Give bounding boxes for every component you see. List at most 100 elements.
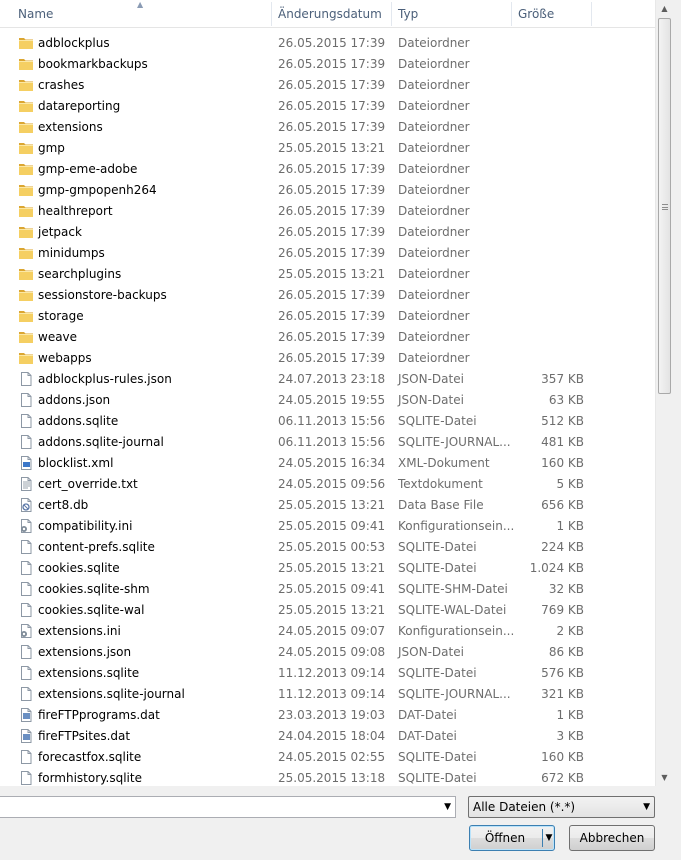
- file-type: Konfigurationsein...: [398, 519, 515, 533]
- file-name: sessionstore-backups: [38, 288, 167, 302]
- file-row[interactable]: bookmarkbackups 26.05.2015 17:39 Dateiordn…: [0, 54, 655, 75]
- vertical-scrollbar[interactable]: ▲ ▼: [655, 0, 672, 786]
- file-type: Data Base File: [398, 498, 484, 512]
- file-date: 26.05.2015 17:39: [278, 225, 386, 239]
- file-row[interactable]: cert_override.txt 24.05.2015 09:56 Textdok…: [0, 474, 655, 495]
- file-name: weave: [38, 330, 78, 344]
- file-date: 26.05.2015 17:39: [278, 183, 386, 197]
- file-date: 24.05.2015 19:55: [278, 393, 386, 407]
- file-icon: [18, 770, 34, 786]
- folder-icon: [18, 308, 34, 324]
- file-size: 32 KB: [548, 582, 584, 596]
- open-options-chevron-icon[interactable]: ▼: [544, 826, 554, 850]
- file-row[interactable]: gmp-gmpopenh264 26.05.2015 17:39 Dateiordn…: [0, 180, 655, 201]
- file-date: 25.05.2015 00:53: [278, 540, 386, 554]
- scroll-up-arrow-icon[interactable]: ▲: [656, 0, 673, 17]
- file-type: Dateiordner: [398, 267, 470, 281]
- file-row[interactable]: cookies.sqlite 25.05.2015 13:21 SQLITE-Dat…: [0, 558, 655, 579]
- file-row[interactable]: formhistory.sqlite 25.05.2015 13:18 SQLITE…: [0, 768, 655, 789]
- file-size: 1 KB: [556, 708, 584, 722]
- chevron-down-icon[interactable]: ▼: [643, 797, 650, 817]
- file-name: gmp: [38, 141, 65, 155]
- file-type: SQLITE-Datei: [398, 540, 477, 554]
- file-row[interactable]: forecastfox.sqlite 24.05.2015 02:55 SQLITE…: [0, 747, 655, 768]
- file-size: 2 KB: [556, 624, 584, 638]
- file-date: 25.05.2015 09:41: [278, 519, 386, 533]
- file-row[interactable]: crashes 26.05.2015 17:39 Dateiordner: [0, 75, 655, 96]
- file-type-filter-select[interactable]: Alle Dateien (*.*) ▼: [468, 796, 655, 818]
- folder-icon: [18, 182, 34, 198]
- column-divider[interactable]: [591, 2, 592, 26]
- file-date: 26.05.2015 17:39: [278, 351, 386, 365]
- column-header-size[interactable]: Größe: [512, 0, 590, 28]
- file-icon: [18, 686, 34, 702]
- file-type: Dateiordner: [398, 330, 470, 344]
- file-row[interactable]: healthreport 26.05.2015 17:39 Dateiordner: [0, 201, 655, 222]
- file-list-view[interactable]: ▲ Name Änderungsdatum Typ Größe adblockp…: [0, 0, 672, 786]
- db-file-icon: [18, 497, 34, 513]
- file-name: cookies.sqlite-shm: [38, 582, 150, 596]
- file-row[interactable]: addons.sqlite 06.11.2013 15:56 SQLITE-Date…: [0, 411, 655, 432]
- scrollbar-thumb[interactable]: [658, 18, 671, 394]
- file-row[interactable]: adblockplus-rules.json 24.07.2013 23:18 JS…: [0, 369, 655, 390]
- file-row[interactable]: storage 26.05.2015 17:39 Dateiordner: [0, 306, 655, 327]
- file-row[interactable]: compatibility.ini 25.05.2015 09:41 Konfigu…: [0, 516, 655, 537]
- file-date: 24.05.2015 09:07: [278, 624, 386, 638]
- file-row[interactable]: datareporting 26.05.2015 17:39 Dateiordner: [0, 96, 655, 117]
- file-row[interactable]: cookies.sqlite-shm 25.05.2015 09:41 SQLITE…: [0, 579, 655, 600]
- folder-icon: [18, 287, 34, 303]
- file-row[interactable]: addons.sqlite-journal 06.11.2013 15:56 SQL…: [0, 432, 655, 453]
- file-name: cookies.sqlite: [38, 561, 120, 575]
- file-row[interactable]: extensions.ini 24.05.2015 09:07 Konfigurat…: [0, 621, 655, 642]
- file-row[interactable]: cert8.db 25.05.2015 13:21 Data Base File 65…: [0, 495, 655, 516]
- file-date: 11.12.2013 09:14: [278, 666, 386, 680]
- file-icon: [18, 665, 34, 681]
- file-type: XML-Dokument: [398, 456, 490, 470]
- file-type: Dateiordner: [398, 36, 470, 50]
- file-type: Dateiordner: [398, 204, 470, 218]
- file-row[interactable]: searchplugins 25.05.2015 13:21 Dateiordner: [0, 264, 655, 285]
- file-row[interactable]: cookies.sqlite-wal 25.05.2015 13:21 SQLITE…: [0, 600, 655, 621]
- file-size: 512 KB: [541, 414, 584, 428]
- column-header-name[interactable]: Name: [12, 0, 270, 28]
- file-row[interactable]: minidumps 26.05.2015 17:39 Dateiordner: [0, 243, 655, 264]
- file-name: minidumps: [38, 246, 105, 260]
- file-row[interactable]: jetpack 26.05.2015 17:39 Dateiordner: [0, 222, 655, 243]
- file-row[interactable]: sessionstore-backups 26.05.2015 17:39 Date…: [0, 285, 655, 306]
- file-row[interactable]: fireFTPprograms.dat 23.03.2013 19:03 DAT-D…: [0, 705, 655, 726]
- file-size: 63 KB: [548, 393, 584, 407]
- file-type: Dateiordner: [398, 99, 470, 113]
- scroll-down-arrow-icon[interactable]: ▼: [656, 769, 673, 786]
- file-row[interactable]: gmp 25.05.2015 13:21 Dateiordner: [0, 138, 655, 159]
- file-date: 26.05.2015 17:39: [278, 99, 386, 113]
- file-row[interactable]: extensions.sqlite 11.12.2013 09:14 SQLITE-…: [0, 663, 655, 684]
- file-type: Dateiordner: [398, 57, 470, 71]
- open-button[interactable]: Öffnen ▼: [469, 825, 555, 851]
- file-row[interactable]: gmp-eme-adobe 26.05.2015 17:39 Dateiordner: [0, 159, 655, 180]
- file-row[interactable]: extensions 26.05.2015 17:39 Dateiordner: [0, 117, 655, 138]
- folder-icon: [18, 35, 34, 51]
- file-row[interactable]: extensions.sqlite-journal 11.12.2013 09:1…: [0, 684, 655, 705]
- file-type: Dateiordner: [398, 288, 470, 302]
- column-header-type[interactable]: Typ: [392, 0, 510, 28]
- column-header-date[interactable]: Änderungsdatum: [272, 0, 390, 28]
- file-row[interactable]: webapps 26.05.2015 17:39 Dateiordner: [0, 348, 655, 369]
- file-type: Dateiordner: [398, 225, 470, 239]
- file-type-filter-value: Alle Dateien (*.*): [473, 800, 576, 814]
- file-row[interactable]: content-prefs.sqlite 25.05.2015 00:53 SQLI…: [0, 537, 655, 558]
- file-size: 481 KB: [541, 435, 584, 449]
- file-date: 26.05.2015 17:39: [278, 162, 386, 176]
- cancel-button[interactable]: Abbrechen: [569, 825, 655, 851]
- file-row[interactable]: addons.json 24.05.2015 19:55 JSON-Datei 63 …: [0, 390, 655, 411]
- file-date: 24.05.2015 09:08: [278, 645, 386, 659]
- file-name: extensions.ini: [38, 624, 121, 638]
- file-date: 25.05.2015 13:18: [278, 771, 386, 785]
- file-row[interactable]: extensions.json 24.05.2015 09:08 JSON-Date…: [0, 642, 655, 663]
- file-row[interactable]: weave 26.05.2015 17:39 Dateiordner: [0, 327, 655, 348]
- filename-combobox[interactable]: ▼: [0, 796, 456, 818]
- file-row[interactable]: fireFTPsites.dat 24.04.2015 18:04 DAT-Date…: [0, 726, 655, 747]
- file-row[interactable]: blocklist.xml 24.05.2015 16:34 XML-Dokumen…: [0, 453, 655, 474]
- file-date: 25.05.2015 13:21: [278, 603, 386, 617]
- file-row[interactable]: adblockplus 26.05.2015 17:39 Dateiordner: [0, 33, 655, 54]
- chevron-down-icon[interactable]: ▼: [444, 797, 451, 817]
